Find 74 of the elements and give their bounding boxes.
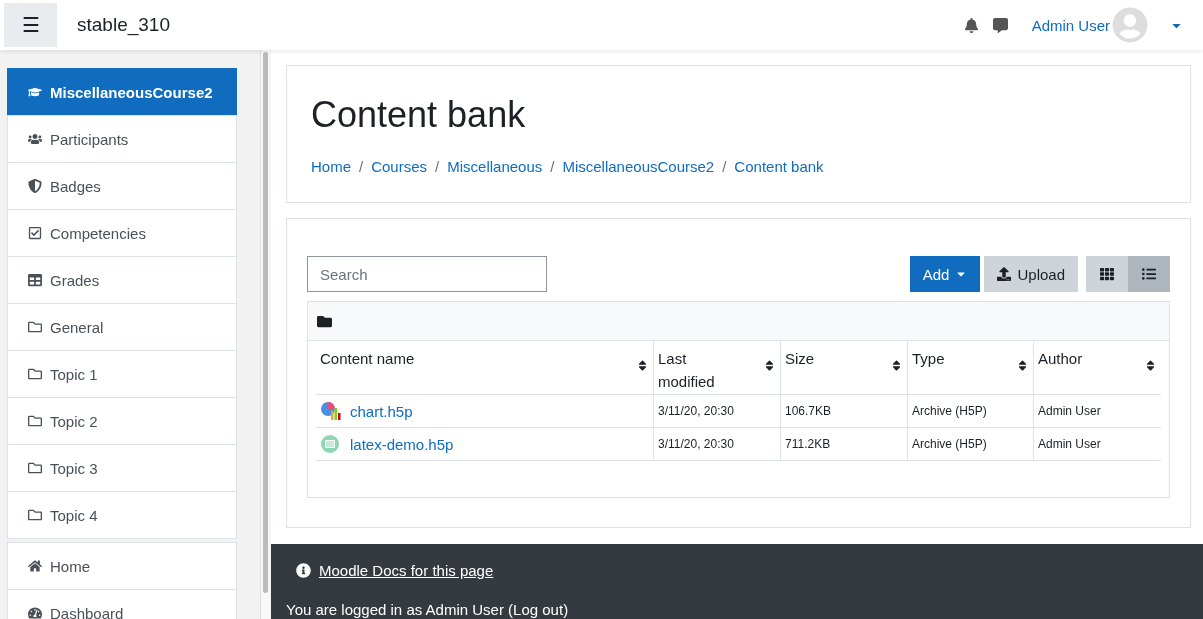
upload-button[interactable]: Upload bbox=[984, 256, 1078, 292]
breadcrumb-link[interactable]: Home bbox=[311, 158, 351, 175]
folder-icon bbox=[28, 414, 42, 428]
dashboard-icon bbox=[28, 606, 42, 619]
sort-icon[interactable] bbox=[636, 359, 649, 372]
sidebar-item[interactable]: Participants bbox=[7, 115, 237, 163]
menu-button[interactable]: ☰ bbox=[4, 3, 57, 47]
table-cell: Admin User bbox=[1038, 404, 1101, 418]
add-button[interactable]: Add bbox=[909, 256, 981, 292]
chart-file-icon bbox=[320, 401, 342, 421]
sidebar-item[interactable]: Topic 3 bbox=[7, 444, 237, 492]
sidebar-item[interactable]: Badges bbox=[7, 162, 237, 210]
sidebar-item[interactable]: Topic 2 bbox=[7, 397, 237, 445]
info-icon bbox=[296, 563, 311, 578]
badge-icon bbox=[28, 179, 42, 193]
column-header[interactable]: Author bbox=[1038, 347, 1108, 370]
sidebar-item[interactable]: General bbox=[7, 303, 237, 351]
scrollbar-thumb[interactable] bbox=[263, 52, 268, 593]
sidebar-item[interactable]: MiscellaneousCourse2 bbox=[7, 68, 237, 116]
docs-link[interactable]: Moodle Docs for this page bbox=[319, 562, 494, 579]
search-field[interactable]: Search bbox=[307, 256, 547, 292]
grid-icon bbox=[28, 273, 42, 287]
column-header[interactable]: Content name bbox=[320, 347, 415, 370]
table-cell: 711.2KB bbox=[785, 437, 831, 451]
table-cell: 3/11/20, 20:30 bbox=[658, 404, 734, 418]
table-cell: 3/11/20, 20:30 bbox=[658, 437, 734, 451]
grid-icon bbox=[1100, 267, 1114, 281]
sidebar-item[interactable]: Dashboard bbox=[7, 589, 237, 619]
column-header[interactable]: Type bbox=[912, 347, 982, 370]
breadcrumb-separator: / bbox=[359, 158, 364, 175]
breadcrumb-link[interactable]: MiscellaneousCourse2 bbox=[562, 158, 715, 175]
list-icon bbox=[1142, 267, 1156, 281]
chat-icon[interactable] bbox=[992, 17, 1008, 33]
document-file-icon bbox=[320, 434, 342, 454]
home-icon bbox=[28, 559, 42, 573]
check-icon bbox=[28, 226, 42, 240]
breadcrumb-link[interactable]: Content bank bbox=[734, 158, 824, 175]
sidebar-item[interactable]: Topic 1 bbox=[7, 350, 237, 398]
breadcrumb-separator: / bbox=[550, 158, 555, 175]
folder-icon bbox=[28, 508, 42, 522]
folder-icon[interactable] bbox=[317, 313, 332, 329]
column-header[interactable]: Last modified bbox=[658, 347, 728, 393]
table-cell: Archive (H5P) bbox=[912, 404, 987, 418]
login-info: You are logged in as Admin User (Log out) bbox=[286, 601, 570, 618]
sort-icon[interactable] bbox=[890, 359, 903, 372]
folder-icon bbox=[28, 320, 42, 334]
sort-icon[interactable] bbox=[1016, 359, 1029, 372]
sort-icon[interactable] bbox=[763, 359, 776, 372]
table-cell: Archive (H5P) bbox=[912, 437, 987, 451]
breadcrumb-link[interactable]: Miscellaneous bbox=[447, 158, 543, 175]
sidebar-item[interactable]: Topic 4 bbox=[7, 491, 237, 539]
sidebar-item[interactable]: Grades bbox=[7, 256, 237, 304]
breadcrumb-separator: / bbox=[722, 158, 727, 175]
folder-icon bbox=[28, 367, 42, 381]
upload-icon bbox=[997, 267, 1012, 281]
sidebar-item[interactable]: Home bbox=[7, 542, 237, 590]
breadcrumb-separator: / bbox=[435, 158, 440, 175]
sidebar-item[interactable]: Competencies bbox=[7, 209, 237, 257]
table-cell: Admin User bbox=[1038, 437, 1101, 451]
folder-icon bbox=[28, 461, 42, 475]
page-title: Content bank bbox=[311, 94, 527, 136]
table-cell: 106.7KB bbox=[785, 404, 832, 418]
site-name: stable_310 bbox=[77, 14, 170, 36]
users-icon bbox=[28, 132, 42, 146]
file-link[interactable]: latex-demo.h5p bbox=[350, 435, 454, 453]
sort-icon[interactable] bbox=[1144, 359, 1157, 372]
grid-view-button[interactable] bbox=[1086, 256, 1128, 292]
course-icon bbox=[28, 85, 42, 99]
column-header[interactable]: Size bbox=[785, 347, 855, 370]
list-view-button[interactable] bbox=[1128, 256, 1170, 292]
bell-icon[interactable] bbox=[963, 17, 979, 33]
user-name[interactable]: Admin User bbox=[1031, 16, 1110, 34]
breadcrumb-link[interactable]: Courses bbox=[371, 158, 428, 175]
file-link[interactable]: chart.h5p bbox=[350, 402, 413, 420]
